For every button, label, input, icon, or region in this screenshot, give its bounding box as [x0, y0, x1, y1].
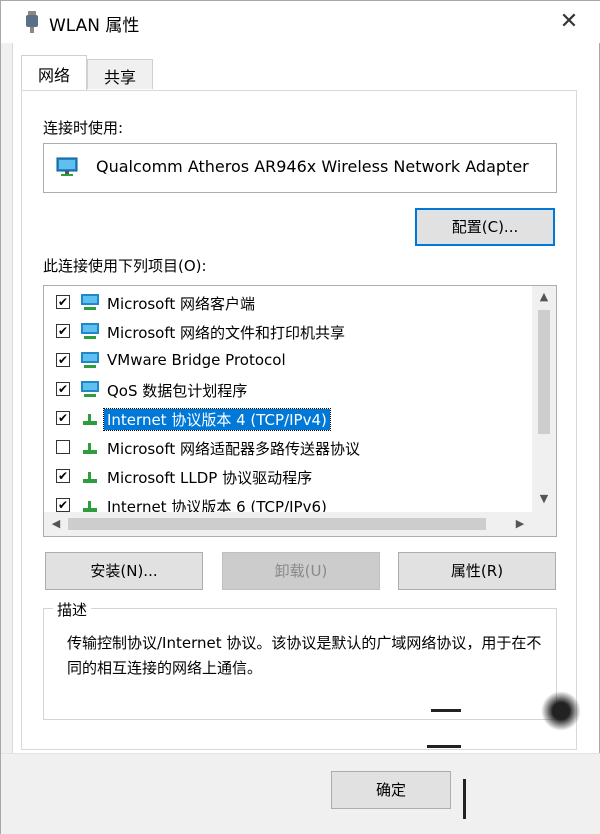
protocol-icon [83, 414, 97, 425]
item-label: Microsoft 网络的文件和打印机共享 [107, 324, 346, 342]
vertical-scrollbar[interactable]: ▲ ▼ [532, 286, 556, 512]
item-checkbox[interactable]: ✔ [56, 469, 70, 483]
protocol-icon [83, 472, 97, 483]
list-item-selected[interactable]: ✔ Internet 协议版本 4 (TCP/IPv4) [44, 404, 532, 433]
install-button[interactable]: 安装(N)... [45, 552, 203, 590]
list-item[interactable]: ✔ QoS 数据包计划程序 [44, 375, 532, 404]
properties-button[interactable]: 属性(R) [398, 552, 556, 590]
list-item[interactable]: Microsoft 网络适配器多路传送器协议 [44, 433, 532, 462]
annotation-mark [427, 745, 461, 748]
window-title: WLAN 属性 [49, 16, 140, 36]
configure-button[interactable]: 配置(C)... [415, 208, 555, 246]
item-label: VMware Bridge Protocol [107, 351, 286, 369]
item-label: Microsoft 网络客户端 [107, 295, 256, 313]
list-item[interactable]: ✔ VMware Bridge Protocol [44, 346, 532, 375]
protocol-icon [83, 443, 97, 454]
item-label: Internet 协议版本 4 (TCP/IPv4) [103, 408, 331, 431]
scroll-right-icon[interactable]: ▶ [508, 517, 532, 530]
close-icon: ✕ [559, 9, 579, 34]
network-monitor-icon [81, 352, 99, 368]
title-bar: WLAN 属性 ✕ [1, 1, 600, 43]
list-item[interactable]: ✔ Microsoft 网络的文件和打印机共享 [44, 317, 532, 346]
tab-network[interactable]: 网络 [21, 55, 87, 90]
dialog-footer [1, 753, 600, 834]
connect-using-label: 连接时使用: [43, 119, 124, 137]
description-text: 传输控制协议/Internet 协议。该协议是默认的广域网络协议，用于在不同的相… [67, 634, 542, 677]
adapter-name: Qualcomm Atheros AR946x Wireless Network… [96, 157, 529, 176]
list-item[interactable]: ✔ Microsoft 网络客户端 [44, 288, 532, 317]
horizontal-scrollbar[interactable]: ◀ ▶ [44, 512, 532, 536]
list-item[interactable]: ✔ Microsoft LLDP 协议驱动程序 [44, 462, 532, 491]
item-label: QoS 数据包计划程序 [107, 382, 248, 400]
item-label: Microsoft LLDP 协议驱动程序 [107, 469, 313, 487]
wlan-properties-dialog: WLAN 属性 ✕ 网络 共享 连接时使用: Qualcomm Atheros … [0, 0, 600, 834]
vertical-scroll-thumb[interactable] [538, 310, 550, 434]
background-window-edge [1, 43, 13, 763]
item-checkbox[interactable]: ✔ [56, 295, 70, 309]
network-monitor-icon [56, 157, 78, 176]
annotation-mark [431, 709, 461, 712]
item-checkbox[interactable]: ✔ [56, 324, 70, 338]
close-button[interactable]: ✕ [549, 5, 589, 39]
annotation-mark [541, 691, 581, 731]
network-monitor-icon [81, 323, 99, 339]
network-monitor-icon [81, 294, 99, 310]
item-checkbox[interactable]: ✔ [56, 353, 70, 367]
item-label: Microsoft 网络适配器多路传送器协议 [107, 440, 361, 458]
item-checkbox[interactable]: ✔ [56, 411, 70, 425]
uninstall-button[interactable]: 卸载(U) [222, 552, 380, 590]
scrollbar-corner [532, 512, 556, 536]
adapter-field: Qualcomm Atheros AR946x Wireless Network… [43, 143, 557, 193]
annotation-mark [463, 779, 466, 819]
horizontal-scroll-thumb[interactable] [68, 518, 486, 530]
network-adapter-icon [26, 11, 38, 33]
item-checkbox[interactable]: ✔ [56, 498, 70, 512]
scroll-down-icon[interactable]: ▼ [532, 492, 556, 505]
components-list[interactable]: ✔ Microsoft 网络客户端 ✔ Microsoft 网络的文件和打印机共… [43, 285, 557, 537]
scroll-left-icon[interactable]: ◀ [44, 517, 68, 530]
items-label: 此连接使用下列项目(O): [43, 257, 207, 275]
item-checkbox[interactable]: ✔ [56, 382, 70, 396]
network-monitor-icon [81, 381, 99, 397]
scroll-up-icon[interactable]: ▲ [532, 290, 556, 303]
tab-sharing[interactable]: 共享 [87, 59, 153, 89]
description-title: 描述 [53, 599, 92, 620]
ok-button[interactable]: 确定 [331, 771, 451, 809]
item-checkbox[interactable] [56, 440, 70, 454]
